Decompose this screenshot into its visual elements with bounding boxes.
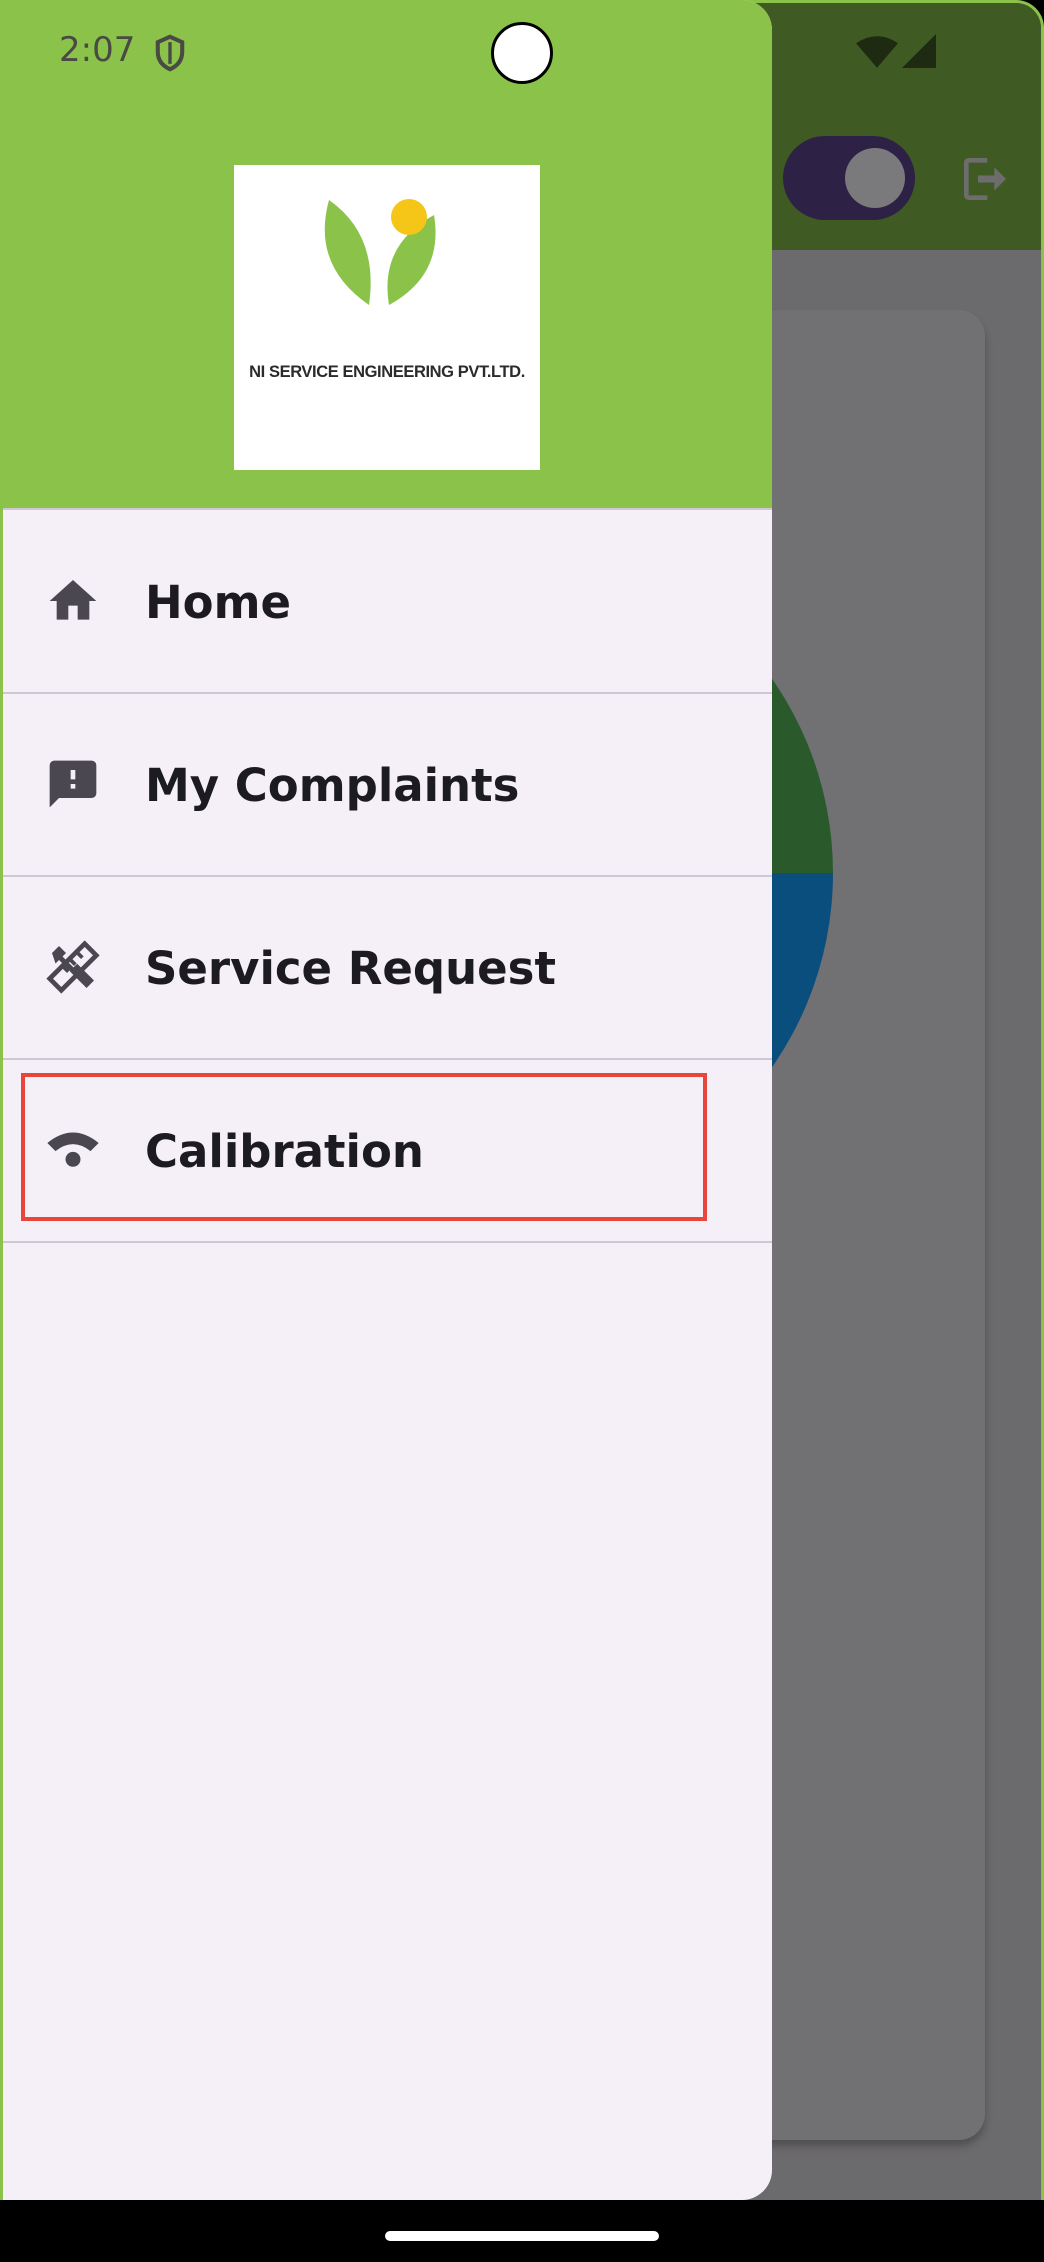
- wifi-icon: [856, 36, 898, 68]
- drawer-item-my-complaints[interactable]: My Complaints: [3, 695, 772, 877]
- status-time: 2:07: [59, 30, 136, 70]
- drawer-header: 2:07 NI SERVICE ENGINEERING PVT.LTD.: [3, 0, 772, 510]
- signal-icon: [902, 34, 936, 68]
- home-icon: [49, 580, 97, 620]
- drawer-item-home[interactable]: Home: [3, 512, 772, 694]
- drawer-item-label: My Complaints: [145, 759, 520, 812]
- theme-toggle-switch[interactable]: [783, 136, 915, 220]
- logout-icon[interactable]: [957, 151, 1013, 207]
- calibration-highlight-box: [21, 1073, 707, 1221]
- feedback-icon: [49, 760, 97, 808]
- shield-icon: [155, 34, 185, 72]
- drawer-item-service-request[interactable]: Service Request: [3, 878, 772, 1060]
- leaf-logo-icon: [324, 199, 436, 305]
- drawer-item-label: Home: [145, 576, 291, 629]
- drawer-item-label: Service Request: [145, 942, 556, 995]
- home-gesture-handle[interactable]: [385, 2231, 659, 2241]
- company-logo: NI SERVICE ENGINEERING PVT.LTD.: [234, 165, 540, 470]
- toggle-knob: [845, 148, 905, 208]
- tools-icon: [46, 940, 100, 994]
- company-name-text: NI SERVICE ENGINEERING PVT.LTD.: [249, 363, 525, 381]
- phone-screen: 2:07 NI SERVICE ENGINEERING PVT.LTD. Hom…: [0, 0, 1044, 2262]
- navigation-drawer: 2:07 NI SERVICE ENGINEERING PVT.LTD. Hom…: [0, 0, 772, 2200]
- camera-cutout: [491, 22, 553, 84]
